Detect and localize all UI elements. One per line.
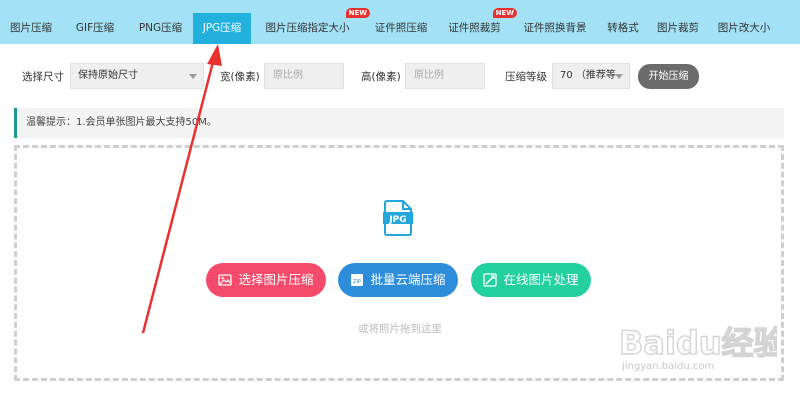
height-input[interactable]: 原比例 <box>405 63 485 89</box>
edit-image-icon <box>483 273 498 287</box>
tab-label: 图片压缩指定大小 <box>265 22 350 34</box>
chevron-down-icon <box>615 74 623 79</box>
width-input[interactable]: 原比例 <box>264 63 344 89</box>
tool-tab-bar: 图片压缩 GIF压缩 PNG压缩 JPG压缩 图片压缩指定大小 NEW 证件照压缩… <box>0 0 800 44</box>
tab-image-compress[interactable]: 图片压缩 <box>0 13 62 44</box>
width-label: 宽(像素) <box>220 71 260 83</box>
tab-label: 证件照换背景 <box>523 22 587 34</box>
jpg-file-icon: JPG <box>383 200 413 236</box>
height-label: 高(像素) <box>361 71 401 83</box>
tab-image-crop[interactable]: 图片裁剪 <box>647 13 709 44</box>
batch-cloud-compress-button[interactable]: ZIP 批量云端压缩 <box>338 263 458 297</box>
chevron-down-icon <box>189 74 197 79</box>
tab-image-resize[interactable]: 图片改大小 <box>709 13 779 44</box>
tab-label: PNG压缩 <box>138 22 183 34</box>
jpg-icon-label: JPG <box>388 215 406 225</box>
zip-file-icon: ZIP <box>351 274 364 286</box>
tab-jpg-compress[interactable]: JPG压缩 <box>193 13 251 44</box>
button-label: 批量云端压缩 <box>370 272 446 287</box>
online-image-process-button[interactable]: 在线图片处理 <box>471 263 591 297</box>
width-placeholder: 原比例 <box>273 70 303 81</box>
start-compress-button[interactable]: 开始压缩 <box>638 64 699 89</box>
button-label: 选择图片压缩 <box>238 272 314 287</box>
watermark-logo: Baidu经验 <box>619 324 777 362</box>
notice-text: 温馨提示：1.会员单张图片最大支持50M。 <box>26 117 217 128</box>
button-label: 在线图片处理 <box>503 272 579 287</box>
watermark-url: jingyan.baidu.com <box>622 361 715 372</box>
tab-label: 转格式 <box>607 22 639 34</box>
tab-label: 图片改大小 <box>717 22 771 34</box>
size-select-value: 保持原始尺寸 <box>78 70 138 81</box>
tab-convert-format[interactable]: 转格式 <box>599 13 647 44</box>
image-icon <box>218 274 233 286</box>
height-placeholder: 原比例 <box>414 70 444 81</box>
size-label: 选择尺寸 <box>22 71 64 83</box>
size-select[interactable]: 保持原始尺寸 <box>70 63 204 89</box>
tab-id-photo-crop[interactable]: 证件照裁剪 NEW <box>438 8 517 44</box>
tab-label: GIF压缩 <box>75 22 115 34</box>
tab-label: 证件照压缩 <box>374 22 428 34</box>
notice-bar: 温馨提示：1.会员单张图片最大支持50M。 <box>14 108 784 138</box>
tab-label: 图片压缩 <box>10 22 52 34</box>
tab-id-photo-compress[interactable]: 证件照压缩 <box>364 13 438 44</box>
tab-label: 证件照裁剪 <box>448 22 501 34</box>
svg-text:ZIP: ZIP <box>354 279 362 285</box>
tab-id-photo-background[interactable]: 证件照换背景 <box>511 13 599 44</box>
tab-label: 图片裁剪 <box>657 22 699 34</box>
tab-gif-compress[interactable]: GIF压缩 <box>62 13 128 44</box>
tab-label: JPG压缩 <box>202 22 242 34</box>
tab-compress-to-size[interactable]: 图片压缩指定大小 NEW <box>251 8 370 44</box>
level-select-value: 70 （推荐等 <box>560 70 616 81</box>
level-label: 压缩等级 <box>505 71 547 83</box>
tab-png-compress[interactable]: PNG压缩 <box>128 13 193 44</box>
select-image-compress-button[interactable]: 选择图片压缩 <box>206 263 326 297</box>
level-select[interactable]: 70 （推荐等 <box>552 63 630 89</box>
